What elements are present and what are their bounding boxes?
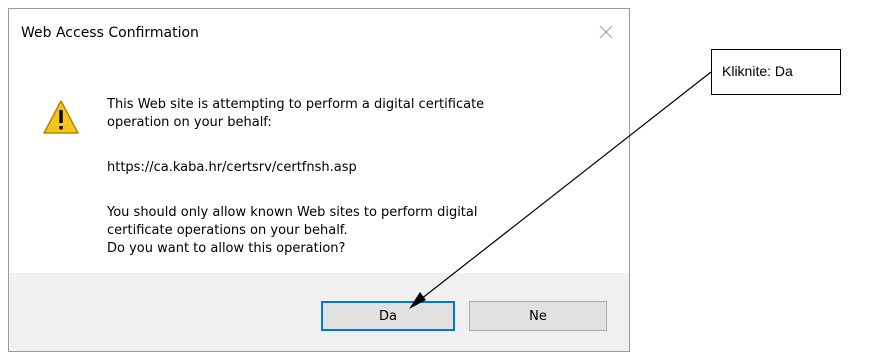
- advice-line: certificate operations on your behalf.: [107, 223, 348, 238]
- yes-button[interactable]: Da: [321, 301, 455, 331]
- no-button[interactable]: Ne: [469, 301, 607, 331]
- advice-line: Do you want to allow this operation?: [107, 241, 346, 256]
- dialog-message: This Web site is attempting to perform a…: [107, 96, 484, 132]
- close-button[interactable]: [591, 17, 621, 47]
- dialog-titlebar: Web Access Confirmation: [9, 9, 629, 55]
- callout-text: Kliknite: Da: [722, 63, 793, 79]
- dialog-advice: You should only allow known Web sites to…: [107, 204, 478, 258]
- message-line: operation on your behalf:: [107, 115, 272, 130]
- certificate-url: https://ca.kaba.hr/certsrv/certfnsh.asp: [107, 160, 357, 175]
- web-access-confirmation-dialog: Web Access Confirmation This Web site is…: [8, 8, 630, 352]
- instruction-callout: Kliknite: Da: [711, 49, 841, 95]
- advice-line: You should only allow known Web sites to…: [107, 205, 478, 220]
- page: Web Access Confirmation This Web site is…: [0, 0, 872, 354]
- close-icon: [599, 25, 613, 39]
- dialog-title: Web Access Confirmation: [21, 25, 199, 41]
- dialog-footer: Da Ne: [9, 273, 629, 351]
- message-line: This Web site is attempting to perform a…: [107, 97, 485, 112]
- warning-icon: [43, 100, 79, 134]
